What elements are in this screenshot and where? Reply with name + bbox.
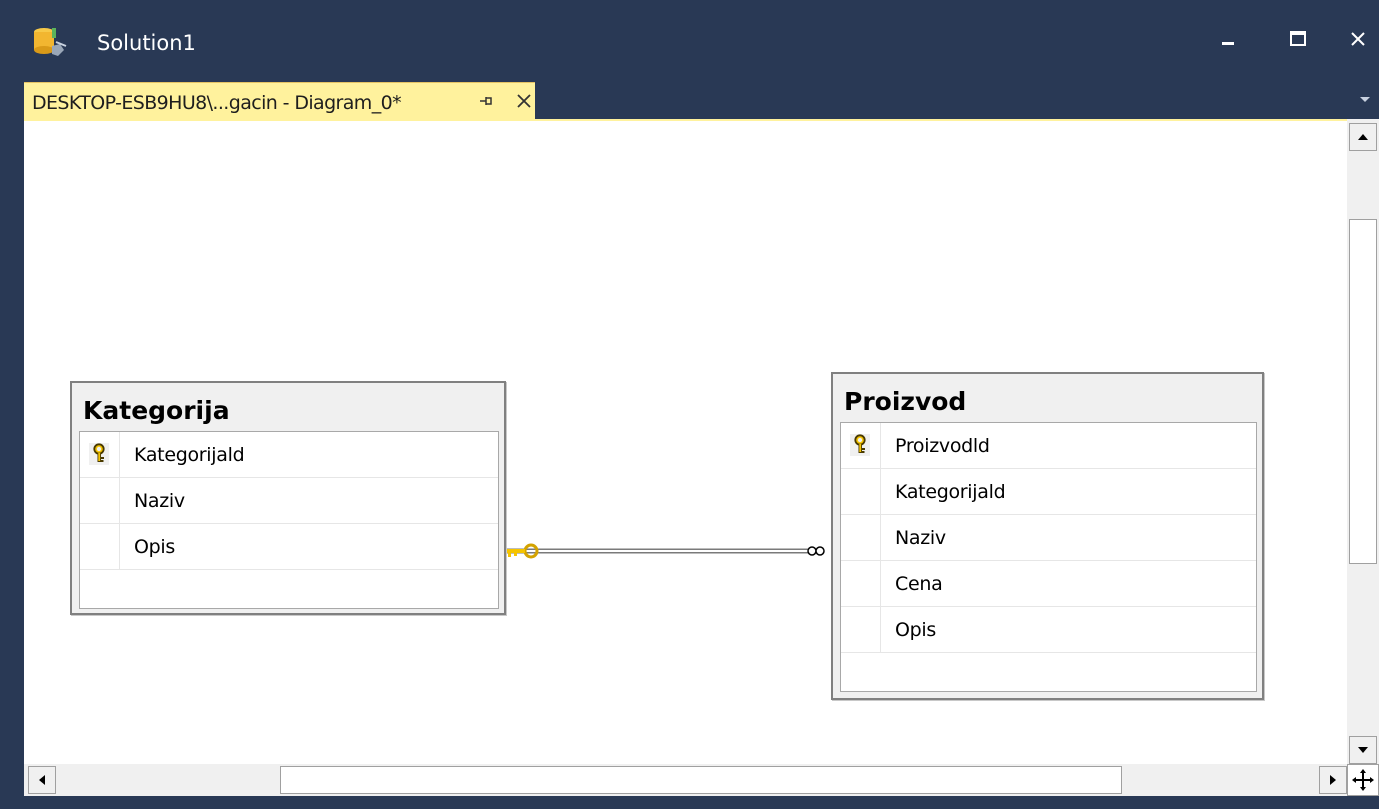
column-name: Proizvodld	[895, 435, 990, 457]
column-row[interactable]: Cena	[841, 561, 1256, 607]
row-selector[interactable]	[841, 469, 881, 514]
ssms-app-icon	[34, 28, 67, 56]
vertical-scrollbar[interactable]	[1347, 119, 1379, 764]
table-title: Proizvod	[844, 387, 967, 416]
column-name: Cena	[895, 573, 943, 595]
scroll-down-button[interactable]	[1349, 736, 1377, 764]
primary-key-icon	[89, 443, 109, 465]
scroll-up-button[interactable]	[1349, 123, 1377, 151]
close-window-button[interactable]	[1335, 16, 1379, 62]
column-row[interactable]: Opis	[80, 524, 498, 570]
column-row[interactable]: Kategorijald	[841, 469, 1256, 515]
row-selector[interactable]	[80, 478, 120, 523]
column-grid: Kategorijald Naziv Opis	[79, 431, 499, 609]
column-name: Kategorijald	[134, 444, 245, 466]
column-row[interactable]: Naziv	[80, 478, 498, 524]
primary-key-icon	[850, 434, 870, 456]
column-row[interactable]: Proizvodld	[841, 423, 1256, 469]
column-row[interactable]: Naziv	[841, 515, 1256, 561]
column-name: Opis	[895, 619, 936, 641]
pan-button[interactable]	[1347, 764, 1379, 796]
scroll-left-button[interactable]	[28, 766, 56, 794]
column-grid: Proizvodld Kategorijald Naziv Cena Opis	[840, 422, 1257, 692]
horizontal-scrollbar[interactable]	[24, 764, 1347, 796]
window-bottom-border	[0, 796, 1379, 809]
table-proizvod[interactable]: Proizvod Proizvodld Kategorijald Naziv C…	[831, 372, 1264, 700]
tab-diagram[interactable]: DESKTOP-ESB9HU8\...gacin - Diagram_0*	[24, 82, 535, 119]
row-selector[interactable]	[841, 423, 881, 468]
row-selector[interactable]	[80, 524, 120, 569]
infinity-end-icon	[807, 546, 825, 556]
arrow-down-icon	[1358, 747, 1368, 753]
column-name: Naziv	[895, 527, 946, 549]
tab-diagram-label: DESKTOP-ESB9HU8\...gacin - Diagram_0*	[32, 92, 402, 114]
row-selector[interactable]	[80, 432, 120, 477]
vertical-scroll-thumb[interactable]	[1349, 219, 1377, 564]
document-tab-strip: DESKTOP-ESB9HU8\...gacin - Diagram_0*	[0, 82, 1379, 119]
column-row[interactable]: Kategorijald	[80, 432, 498, 478]
horizontal-scroll-thumb[interactable]	[280, 766, 1122, 794]
minimize-icon	[1222, 42, 1234, 45]
row-selector[interactable]	[841, 515, 881, 560]
column-name: Kategorijald	[895, 481, 1006, 503]
move-icon	[1352, 769, 1374, 791]
minimize-button[interactable]	[1205, 16, 1251, 62]
scroll-right-button[interactable]	[1319, 766, 1347, 794]
table-kategorija[interactable]: Kategorija Kategorijald Naziv Opis	[70, 381, 506, 615]
row-selector[interactable]	[841, 607, 881, 652]
title-bar: Solution1	[0, 0, 1379, 82]
window-title: Solution1	[97, 31, 196, 55]
chevron-down-icon[interactable]	[1358, 94, 1372, 104]
column-row[interactable]: Opis	[841, 607, 1256, 653]
close-icon	[1351, 32, 1365, 46]
row-selector[interactable]	[841, 561, 881, 606]
column-name: Naziv	[134, 490, 185, 512]
maximize-button[interactable]	[1275, 16, 1321, 62]
empty-column-row[interactable]	[80, 570, 498, 616]
arrow-left-icon	[39, 775, 45, 785]
empty-column-row[interactable]	[841, 653, 1256, 699]
diagram-canvas[interactable]: Kategorija Kategorijald Naziv Opis Proiz…	[24, 119, 1347, 764]
pin-icon[interactable]	[476, 91, 496, 111]
column-name: Opis	[134, 536, 175, 558]
maximize-icon	[1290, 31, 1306, 46]
tab-close-icon[interactable]	[514, 91, 534, 111]
arrow-right-icon	[1330, 775, 1336, 785]
arrow-up-icon	[1358, 134, 1368, 140]
table-title: Kategorija	[83, 396, 230, 425]
